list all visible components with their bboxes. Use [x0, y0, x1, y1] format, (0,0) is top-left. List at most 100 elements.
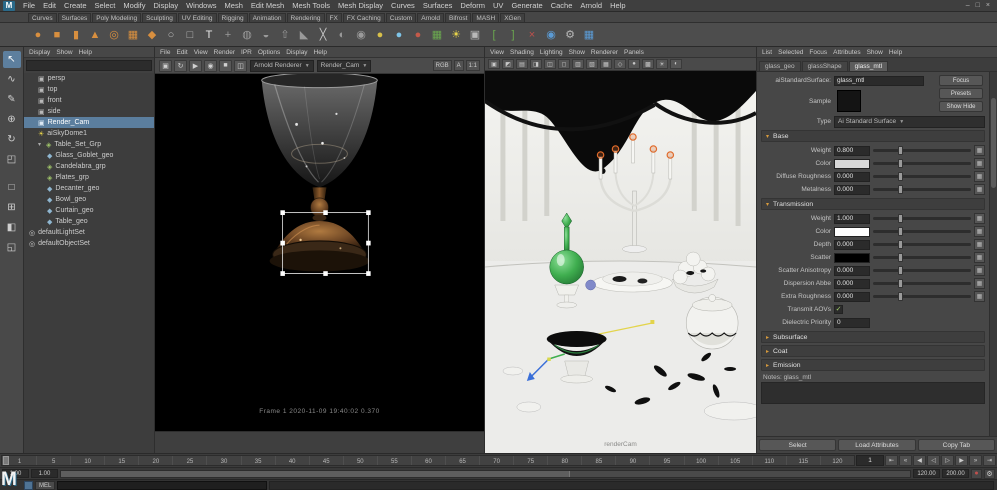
attribute-editor-menu-item[interactable]: Attributes — [833, 49, 860, 56]
shelf-icon[interactable]: ╳ — [315, 27, 331, 43]
value-field[interactable]: 0.800 — [834, 145, 870, 156]
shelf-icon[interactable]: + — [220, 27, 236, 43]
transport-button[interactable]: » — [969, 455, 982, 466]
shelf-icon[interactable]: ◍ — [239, 27, 255, 43]
viewport-menu-item[interactable]: View — [490, 49, 504, 56]
render-view-tool-icon[interactable]: ◉ — [204, 59, 217, 72]
node-tab[interactable]: glassShape — [801, 61, 848, 71]
shelf-icon[interactable]: ⇧ — [277, 27, 293, 43]
render-view-menu-item[interactable]: File — [160, 49, 170, 56]
menu-item[interactable]: Select — [91, 1, 120, 10]
menu-item[interactable]: Curves — [387, 1, 419, 10]
menu-item[interactable]: Mesh Tools — [288, 1, 334, 10]
render-view-menu-item[interactable]: Options — [258, 49, 280, 56]
transport-button[interactable]: ⇤ — [885, 455, 898, 466]
attribute-slider[interactable] — [873, 227, 971, 236]
outliner-item[interactable]: ◎ defaultLightSet — [24, 227, 154, 238]
value-field[interactable]: 0 — [834, 317, 870, 328]
attribute-editor-scrollbar[interactable] — [989, 72, 997, 436]
value-field[interactable]: 0.000 — [834, 171, 870, 182]
shelf-icon[interactable]: ◉ — [353, 27, 369, 43]
window-control-button[interactable]: – — [966, 2, 970, 9]
shelf-icon[interactable]: ◐ — [334, 27, 350, 43]
shelf-tab[interactable]: Rigging — [217, 13, 248, 22]
outliner-item[interactable]: ☀ aiSkyDome1 — [24, 128, 154, 139]
texture-map-button[interactable]: ▦ — [974, 291, 985, 302]
menu-item[interactable]: Cache — [547, 1, 577, 10]
shelf-icon[interactable]: ■ — [49, 27, 65, 43]
shelf-icon[interactable]: ● — [410, 27, 426, 43]
layout-button[interactable]: □ — [3, 179, 21, 196]
shelf-icon[interactable]: ◉ — [543, 27, 559, 43]
render-camera-dropdown[interactable]: Render_Cam ▼ — [316, 59, 372, 72]
shelf-icon[interactable]: ▦ — [429, 27, 445, 43]
command-language-toggle[interactable]: MEL — [35, 480, 56, 490]
render-view-menu-item[interactable]: Edit — [176, 49, 187, 56]
transport-button[interactable]: ◀ — [913, 455, 926, 466]
texture-map-button[interactable]: ▦ — [974, 278, 985, 289]
menu-item[interactable]: Display — [150, 1, 183, 10]
value-field[interactable]: 0.000 — [834, 265, 870, 276]
menu-item[interactable]: Create — [60, 1, 91, 10]
attribute-editor-menu-item[interactable]: Show — [867, 49, 883, 56]
render-view-tool-icon[interactable]: ↻ — [174, 59, 187, 72]
node-tab[interactable]: glass_geo — [759, 61, 801, 71]
viewport-tool-icon[interactable]: ◩ — [502, 59, 514, 69]
tool-button[interactable]: ✎ — [3, 91, 21, 108]
outliner-menu-item[interactable]: Show — [56, 49, 72, 56]
attribute-slider[interactable] — [873, 240, 971, 249]
layout-button[interactable]: ◧ — [3, 219, 21, 236]
bottom-button[interactable]: Load Attributes — [838, 439, 916, 451]
side-button[interactable]: Presets — [939, 88, 983, 99]
shelf-icon[interactable]: ] — [505, 27, 521, 43]
shelf-icon[interactable]: ● — [372, 27, 388, 43]
shelf-icon[interactable]: ▦ — [581, 27, 597, 43]
menu-item[interactable]: Mesh — [221, 1, 247, 10]
outliner-item[interactable]: ◆ Decanter_geo — [24, 183, 154, 194]
shelf-icon[interactable]: ● — [391, 27, 407, 43]
color-swatch[interactable] — [834, 158, 870, 169]
command-line-input[interactable] — [57, 480, 268, 490]
outliner-search-input[interactable] — [26, 60, 152, 71]
outliner-item[interactable]: ▣ front — [24, 95, 154, 106]
viewport-tool-icon[interactable]: ▩ — [642, 59, 654, 69]
collapsed-section-header[interactable]: ▸ Coat — [761, 345, 985, 357]
shelf-icon[interactable]: × — [524, 27, 540, 43]
texture-map-button[interactable]: ▦ — [974, 239, 985, 250]
attribute-slider[interactable] — [873, 266, 971, 275]
auto-key-icon[interactable]: ● — [971, 468, 982, 479]
transport-button[interactable]: ⇥ — [983, 455, 996, 466]
playback-start-field[interactable]: 1.00 — [31, 469, 58, 478]
menu-item[interactable]: Mesh Display — [334, 1, 387, 10]
outliner-item[interactable]: ◆ Bowl_geo — [24, 194, 154, 205]
render-view-menu-item[interactable]: View — [194, 49, 208, 56]
transmission-section-header[interactable]: ▾ Transmission — [761, 198, 985, 210]
side-button[interactable]: Show Hide — [939, 101, 983, 112]
animation-end-field[interactable]: 200.00 — [942, 469, 969, 478]
shelf-tab[interactable]: UV Editing — [177, 13, 217, 22]
outliner-item[interactable]: ◆ Glass_Goblet_geo — [24, 150, 154, 161]
layout-button[interactable]: ⊞ — [3, 199, 21, 216]
shelf-icon[interactable]: ◆ — [144, 27, 160, 43]
attribute-slider[interactable] — [873, 146, 971, 155]
texture-map-button[interactable]: ▦ — [974, 145, 985, 156]
attribute-slider[interactable] — [873, 185, 971, 194]
tool-button[interactable]: ↻ — [3, 131, 21, 148]
viewport-tool-icon[interactable]: ● — [628, 59, 640, 69]
node-tab[interactable]: glass_mtl — [848, 61, 889, 71]
texture-map-button[interactable]: ▦ — [974, 158, 985, 169]
outliner-item[interactable]: ▣ Render_Cam — [24, 117, 154, 128]
render-view-tool-icon[interactable]: ◫ — [234, 59, 247, 72]
value-field[interactable]: 0.000 — [834, 278, 870, 289]
outliner-item[interactable]: ◈ Candelabra_grp — [24, 161, 154, 172]
expand-arrow-icon[interactable]: ▾ — [38, 141, 43, 148]
texture-map-button[interactable]: ▦ — [974, 184, 985, 195]
range-slider[interactable] — [60, 469, 911, 478]
render-view-menu-item[interactable]: Help — [314, 49, 327, 56]
color-swatch[interactable] — [834, 226, 870, 237]
menu-item[interactable]: File — [19, 1, 39, 10]
shelf-icon[interactable]: ◎ — [106, 27, 122, 43]
side-button[interactable]: Focus — [939, 75, 983, 86]
animation-preferences-icon[interactable]: ⚙ — [984, 468, 995, 479]
viewport-tool-icon[interactable]: ▤ — [516, 59, 528, 69]
